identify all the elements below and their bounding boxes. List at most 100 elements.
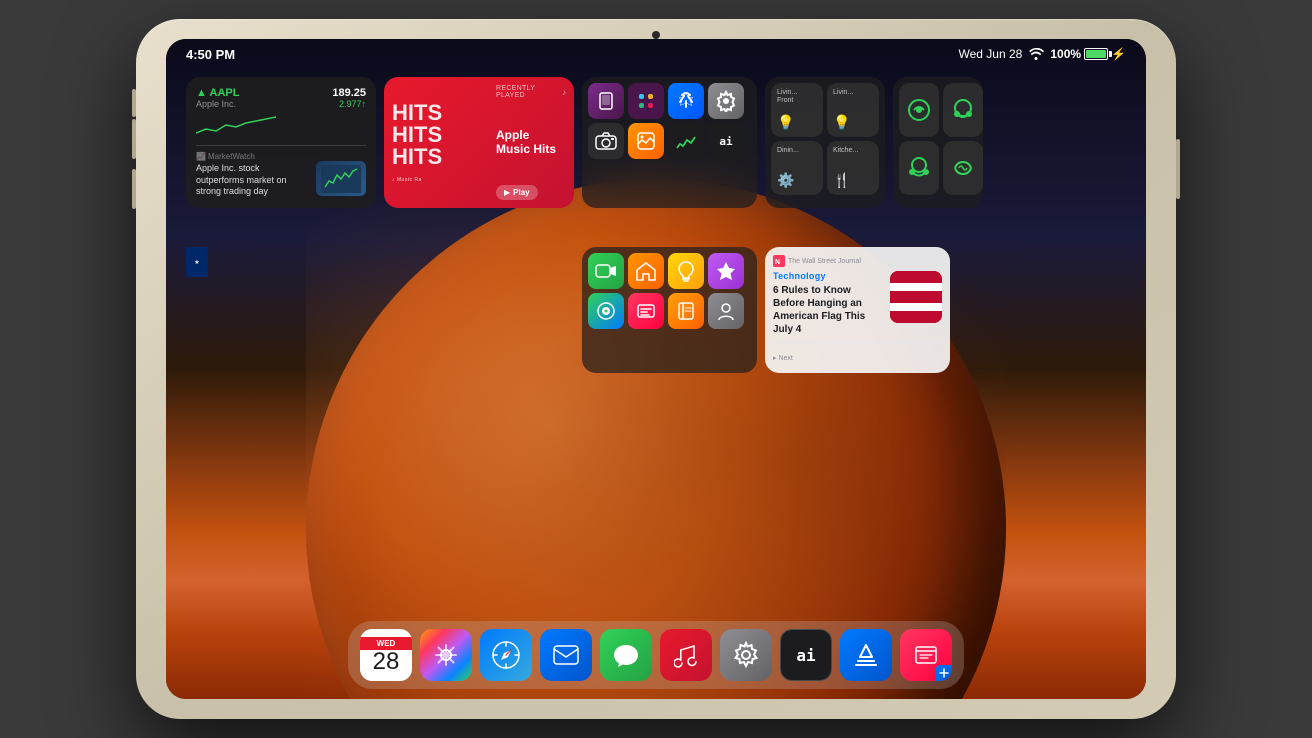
- spacer-2: [384, 247, 574, 373]
- spacer-1: [186, 247, 376, 373]
- dock-safari[interactable]: [480, 629, 532, 681]
- stock-news: 📈 MarketWatch Apple Inc. stock outperfor…: [196, 145, 366, 198]
- music-info: RECENTLY PLAYED ♪ Apple Music Hits ▶ Pla…: [496, 85, 566, 200]
- volume-down-button[interactable]: [132, 169, 136, 209]
- battery-fill: [1086, 50, 1106, 58]
- accessories-widget: [893, 77, 983, 208]
- charging-icon: ⚡: [1111, 47, 1126, 61]
- home-room-name-3: Dinin...: [777, 147, 817, 155]
- battery-percent: 100%: [1050, 47, 1081, 61]
- stock-news-content: Apple Inc. stock outperforms market on s…: [196, 161, 366, 198]
- dock-news-plus[interactable]: [900, 629, 952, 681]
- home-room-name-2: Livin...: [833, 89, 873, 97]
- hits-text-1: HITS: [392, 102, 492, 124]
- dock-ai-label: ai: [796, 646, 815, 665]
- dock-mail[interactable]: [540, 629, 592, 681]
- app-facetime[interactable]: [588, 253, 624, 289]
- dock-settings[interactable]: [720, 629, 772, 681]
- home-room-1[interactable]: Livin...Front 💡: [771, 83, 823, 137]
- ipad-screen: 4:50 PM Wed Jun 28 100% ⚡: [166, 39, 1146, 699]
- stocks-widget[interactable]: ▲ AAPL Apple Inc. 189.25 2.977↑: [186, 77, 376, 208]
- dock-photos[interactable]: [420, 629, 472, 681]
- calendar-day-num: 28: [373, 650, 400, 674]
- acc-item-3[interactable]: [899, 141, 939, 195]
- stock-company: Apple Inc.: [196, 99, 239, 109]
- status-bar: 4:50 PM Wed Jun 28 100% ⚡: [166, 39, 1146, 69]
- home-room-3[interactable]: Dinin... ⚙️: [771, 141, 823, 195]
- volume-up-button[interactable]: [132, 119, 136, 159]
- app-grid-widget-1: ai: [582, 77, 757, 208]
- news-widget[interactable]: N The Wall Street Journal Technology 6 R…: [765, 247, 950, 373]
- news-logo-icon: N: [773, 255, 785, 267]
- news-source-row: N The Wall Street Journal: [773, 255, 942, 267]
- stock-change: 2.977↑: [332, 99, 366, 109]
- app-appstore[interactable]: [668, 83, 704, 119]
- music-widget[interactable]: HITS HITS HITS ♪ Music Radio RECENTLY PL…: [384, 77, 574, 208]
- home-grid: Livin...Front 💡 Livin... 💡 Dinin... ⚙️ K…: [771, 83, 879, 195]
- acc-item-2[interactable]: [943, 83, 983, 137]
- front-camera: [652, 31, 660, 39]
- status-date: Wed Jun 28: [959, 47, 1023, 61]
- app-shortcuts[interactable]: [708, 253, 744, 289]
- stock-price: 189.25: [332, 87, 366, 99]
- home-room-icon-2: 💡: [833, 114, 873, 131]
- app-row-3: [588, 253, 751, 289]
- battery-icon: [1084, 48, 1108, 60]
- dock-music[interactable]: [660, 629, 712, 681]
- svg-text:N: N: [775, 259, 780, 266]
- acc-item-1[interactable]: [899, 83, 939, 137]
- app-lights[interactable]: [668, 253, 704, 289]
- app-contacts[interactable]: [708, 293, 744, 329]
- app-grid-widget-2: [582, 247, 757, 373]
- acc-grid: [899, 83, 977, 195]
- news-image: ★: [890, 271, 942, 323]
- battery-container: 100% ⚡: [1050, 47, 1126, 61]
- app-news[interactable]: [628, 293, 664, 329]
- home-widget[interactable]: Livin...Front 💡 Livin... 💡 Dinin... ⚙️ K…: [765, 77, 885, 208]
- dock-appstore[interactable]: [840, 629, 892, 681]
- stock-news-source: 📈 MarketWatch: [196, 152, 366, 161]
- app-stocks-chart[interactable]: [668, 123, 704, 159]
- app-ai[interactable]: ai: [708, 123, 744, 159]
- dock-ai[interactable]: ai: [780, 629, 832, 681]
- hits-text-3: HITS: [392, 146, 492, 168]
- home-room-icon-3: ⚙️: [777, 172, 817, 189]
- news-category: Technology: [773, 271, 884, 281]
- app-books[interactable]: [668, 293, 704, 329]
- app-camera[interactable]: [588, 123, 624, 159]
- news-next-label: ▸ Next: [773, 355, 793, 362]
- svg-text:♪ Music Radio: ♪ Music Radio: [392, 177, 422, 182]
- dock-calendar[interactable]: WED 28: [360, 629, 412, 681]
- app-findmy[interactable]: [588, 293, 624, 329]
- news-content: Technology 6 Rules to Know Before Hangin…: [773, 271, 942, 336]
- app-settings[interactable]: [708, 83, 744, 119]
- wifi-icon: [1028, 48, 1044, 60]
- news-source: The Wall Street Journal: [788, 258, 861, 265]
- news-text: Technology 6 Rules to Know Before Hangin…: [773, 271, 884, 336]
- stock-ticker: ▲ AAPL: [196, 87, 239, 99]
- dock: WED 28: [348, 621, 964, 689]
- dock-messages[interactable]: [600, 629, 652, 681]
- home-room-icon-4: 🍴: [833, 172, 873, 189]
- home-room-name-1: Livin...Front: [777, 89, 817, 106]
- home-room-4[interactable]: Kitche... 🍴: [827, 141, 879, 195]
- acc-item-4[interactable]: [943, 141, 983, 195]
- stock-news-image: [316, 161, 366, 196]
- stock-chart: [196, 115, 366, 139]
- play-button[interactable]: ▶ Play: [496, 185, 538, 200]
- music-label: ♪ Music Radio: [392, 174, 492, 184]
- music-hits-bg: HITS HITS HITS ♪ Music Radio: [392, 85, 492, 200]
- app-photos-edit[interactable]: [628, 123, 664, 159]
- status-right: Wed Jun 28 100% ⚡: [959, 47, 1126, 61]
- app-slack[interactable]: [628, 83, 664, 119]
- mute-button[interactable]: [132, 89, 136, 117]
- app-home[interactable]: [628, 253, 664, 289]
- home-room-icon-1: 💡: [777, 114, 817, 131]
- ipad-device: 4:50 PM Wed Jun 28 100% ⚡: [136, 19, 1176, 719]
- play-label: Play: [513, 188, 529, 197]
- power-button[interactable]: [1176, 139, 1180, 199]
- news-next-row: ▸ Next: [773, 342, 942, 365]
- recently-label: RECENTLY PLAYED: [496, 85, 559, 99]
- home-room-2[interactable]: Livin... 💡: [827, 83, 879, 137]
- app-bezel[interactable]: [588, 83, 624, 119]
